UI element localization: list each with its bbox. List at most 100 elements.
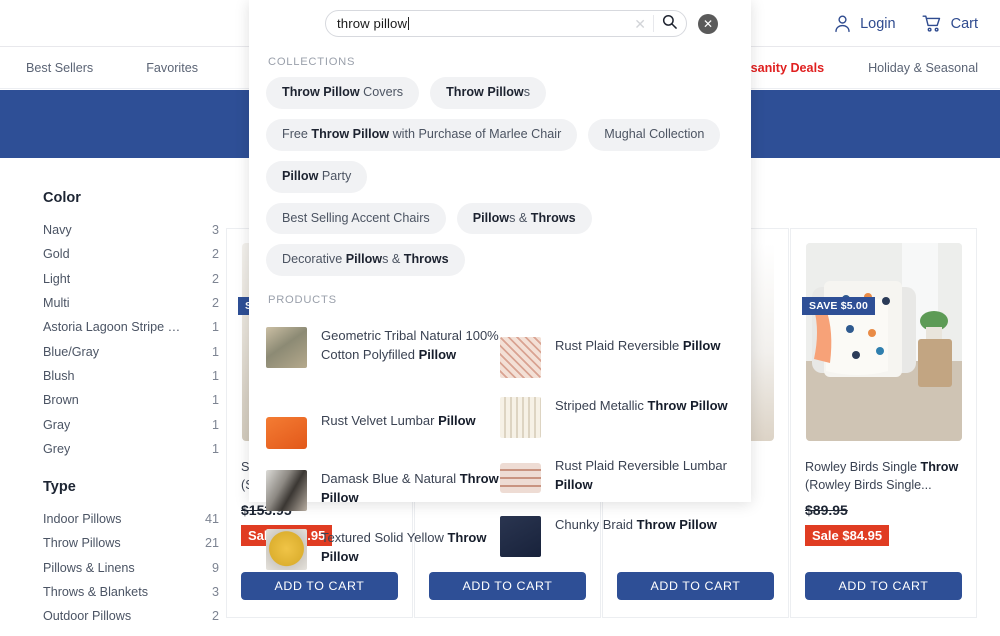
collection-chip[interactable]: Best Selling Accent Chairs xyxy=(266,202,446,235)
product-title-prefix: Rowley Birds Single xyxy=(805,460,921,474)
filter-row[interactable]: Grey 1 xyxy=(43,437,219,461)
filter-row[interactable]: Brown 1 xyxy=(43,388,219,412)
product-title-line2: (Rowley Birds Single... xyxy=(805,477,932,492)
filter-group-title-type: Type xyxy=(43,478,76,495)
product-suggestion-item[interactable]: Textured Solid Yellow Throw Pillow xyxy=(266,529,500,571)
title-pre: Damask Blue & Natural xyxy=(321,471,460,487)
nav-item-holiday-seasonal[interactable]: Holiday & Seasonal xyxy=(868,61,978,75)
filter-count: 1 xyxy=(211,368,219,383)
filter-label: Gray xyxy=(43,417,71,432)
chip-post: Party xyxy=(318,168,352,183)
filter-label: Gold xyxy=(43,247,70,262)
filter-count: 2 xyxy=(211,609,219,624)
filter-row[interactable]: Outdoor Pillows 2 xyxy=(43,604,219,628)
filter-label: Navy xyxy=(43,223,72,238)
login-button[interactable]: Login xyxy=(834,14,896,33)
collections-heading: COLLECTIONS xyxy=(268,56,356,68)
collection-chip[interactable]: Pillow Party xyxy=(266,160,368,193)
product-suggestion-item[interactable]: Rust Plaid Reversible Pillow xyxy=(500,337,734,379)
chip-post: s xyxy=(523,85,531,99)
filter-count: 1 xyxy=(211,441,219,456)
product-suggestion-item[interactable]: Geometric Tribal Natural 100% Cotton Pol… xyxy=(266,327,500,369)
filter-label: Throw Pillows xyxy=(43,536,121,551)
filter-row[interactable]: Throw Pillows 21 xyxy=(43,531,219,555)
filter-count: 2 xyxy=(211,296,219,311)
clear-search-icon[interactable]: ✕ xyxy=(627,17,653,31)
chip-bold: Pillow xyxy=(345,252,383,267)
filter-count: 9 xyxy=(211,560,219,575)
filter-row[interactable]: Indoor Pillows 41 xyxy=(43,507,219,531)
title-pre: Chunky Braid xyxy=(555,517,637,533)
filter-label: Multi xyxy=(43,296,70,311)
filter-row[interactable]: Throws & Blankets 3 xyxy=(43,580,219,604)
close-search-button[interactable]: ✕ xyxy=(698,13,718,34)
product-suggestion-title: Rust Plaid Reversible Lumbar Pillow xyxy=(555,457,734,494)
search-bar: throw pillow ✕ ✕ xyxy=(325,10,718,37)
filter-row[interactable]: Gold 2 xyxy=(43,242,219,266)
chip-pre: Mughal Collection xyxy=(604,126,705,141)
search-submit-button[interactable] xyxy=(654,14,684,34)
search-input[interactable]: throw pillow xyxy=(337,16,627,31)
chip-post: s & xyxy=(382,252,404,267)
filter-count: 2 xyxy=(211,271,219,286)
filter-sidebar: Color Navy 3 Gold 2 Light 2 Multi 2 Astoria … xyxy=(0,190,230,628)
filter-count: 1 xyxy=(211,344,219,359)
cart-button[interactable]: Cart xyxy=(922,14,978,33)
collection-chip[interactable]: Free Throw Pillow with Purchase of Marle… xyxy=(266,118,578,151)
filter-row[interactable]: Astoria Lagoon Stripe With Cast... 1 xyxy=(43,315,219,339)
add-to-cart-button[interactable]: ADD TO CART xyxy=(805,572,962,600)
filter-count: 1 xyxy=(211,417,219,432)
products-heading: PRODUCTS xyxy=(268,294,337,307)
search-suggestions-panel: COLLECTIONS Throw Pillow Covers Throw Pi… xyxy=(249,0,751,571)
filter-label: Throws & Blankets xyxy=(43,585,148,599)
collection-chip[interactable]: Throw Pillow Covers xyxy=(266,77,420,109)
collection-chip[interactable]: Mughal Collection xyxy=(588,118,721,151)
title-bold: Throw Pillow xyxy=(636,517,717,533)
nav-item-insanity-deals[interactable]: Insanity Deals xyxy=(739,61,824,75)
chip-bold2: Throws xyxy=(530,210,576,225)
title-pre: Geometric Tribal Natural 100% Cotton Pol… xyxy=(321,328,499,362)
chip-bold: Throw Pillow xyxy=(446,85,524,99)
search-input-wrapper[interactable]: throw pillow ✕ xyxy=(325,10,687,37)
title-bold: Pillow xyxy=(418,346,457,362)
filter-label: Blush xyxy=(43,368,75,383)
filter-count: 3 xyxy=(211,223,219,238)
product-suggestion-item[interactable]: Rust Plaid Reversible Lumbar Pillow xyxy=(500,457,734,494)
collection-chip[interactable]: Throw Pillows xyxy=(430,77,547,109)
product-suggestion-title: Striped Metallic Throw Pillow xyxy=(555,397,728,416)
product-original-price: $89.95 xyxy=(805,502,848,518)
page-root: Login Cart Best Sellers Favorites Furnit… xyxy=(0,0,1000,636)
filter-count: 41 xyxy=(204,512,219,527)
nav-item-best-sellers[interactable]: Best Sellers xyxy=(26,61,93,75)
collection-chip[interactable]: Decorative Pillows & Throws xyxy=(266,244,465,277)
filter-label: Grey xyxy=(43,441,71,456)
filter-row[interactable]: Gray 1 xyxy=(43,412,219,436)
product-suggestion-title: Geometric Tribal Natural 100% Cotton Pol… xyxy=(321,327,500,364)
title-bold: Pillow xyxy=(682,338,721,354)
product-thumbnail xyxy=(266,417,307,450)
filter-row[interactable]: Pillows & Linens 9 xyxy=(43,556,219,580)
filter-row[interactable]: Navy 3 xyxy=(43,218,219,242)
header-actions: Login Cart xyxy=(834,0,978,47)
filter-count: 1 xyxy=(211,393,219,408)
product-suggestion-item[interactable]: Chunky Braid Throw Pillow xyxy=(500,516,734,558)
text-caret xyxy=(408,17,410,30)
filter-count: 3 xyxy=(211,585,219,599)
product-card[interactable]: SAVE $5.00 Rowley Birds Single Throw (Ro… xyxy=(790,228,977,618)
filter-label: Light xyxy=(43,271,71,286)
product-suggestions: Geometric Tribal Natural 100% Cotton Pol… xyxy=(249,327,751,584)
collection-chip[interactable]: Pillows & Throws xyxy=(456,202,592,235)
product-suggestion-item[interactable]: Damask Blue & Natural Throw Pillow xyxy=(266,470,500,512)
product-suggestion-item[interactable]: Rust Velvet Lumbar Pillow xyxy=(266,412,500,450)
filter-spacer xyxy=(43,461,230,479)
filter-row[interactable]: Multi 2 xyxy=(43,291,219,315)
filter-row[interactable]: Blush 1 xyxy=(43,364,219,388)
chip-bold: Throw Pillow xyxy=(311,126,390,141)
chip-bold: Pillow xyxy=(472,210,510,225)
product-suggestion-item[interactable]: Striped Metallic Throw Pillow xyxy=(500,397,734,439)
filter-group-title-color: Color xyxy=(43,190,81,206)
filter-row[interactable]: Blue/Gray 1 xyxy=(43,339,219,363)
filter-row[interactable]: Light 2 xyxy=(43,267,219,291)
title-pre: Rust Plaid Reversible Lumbar xyxy=(555,458,727,474)
nav-item-favorites[interactable]: Favorites xyxy=(146,61,198,75)
